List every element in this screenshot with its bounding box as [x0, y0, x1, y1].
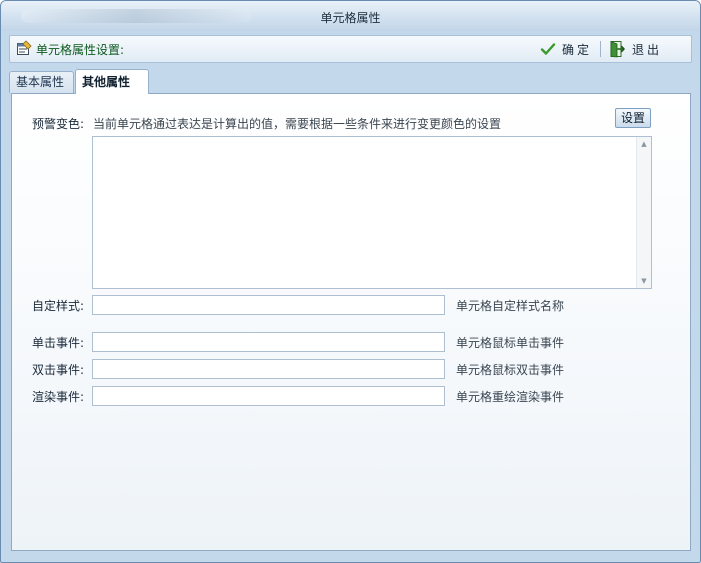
- render-event-input[interactable]: [92, 386, 445, 406]
- properties-icon: [17, 40, 32, 55]
- checkmark-icon: [540, 43, 556, 55]
- toolbar-separator: [600, 41, 601, 57]
- warning-color-textarea[interactable]: [93, 137, 637, 288]
- ok-button-label: 确定: [562, 42, 593, 57]
- dialog-window: 单元格属性 单元格属性设置: 确定 退出 基本属性 其他属性 预警变色: 当前单…: [0, 0, 701, 563]
- click-event-input[interactable]: [92, 332, 445, 352]
- settings-button[interactable]: 设置: [615, 108, 651, 128]
- render-event-label: 渲染事件:: [32, 390, 85, 404]
- toolbar-title: 单元格属性设置:: [36, 43, 125, 57]
- double-click-event-label: 双击事件:: [32, 363, 85, 377]
- scroll-down-arrow-icon[interactable]: ▼: [637, 274, 651, 288]
- custom-style-hint: 单元格自定样式名称: [456, 299, 565, 313]
- title-bar[interactable]: 单元格属性: [1, 1, 700, 31]
- custom-style-input[interactable]: [92, 295, 445, 315]
- ok-button[interactable]: 确定: [540, 39, 592, 59]
- warning-color-textarea-box: ▲ ▼: [92, 136, 652, 289]
- custom-style-label: 自定样式:: [32, 299, 85, 313]
- click-event-hint: 单元格鼠标单击事件: [456, 336, 565, 350]
- tab-strip: 基本属性 其他属性: [9, 69, 692, 94]
- window-title: 单元格属性: [320, 11, 381, 25]
- exit-door-icon: [610, 40, 625, 58]
- double-click-event-input[interactable]: [92, 359, 445, 379]
- tab-basic-properties[interactable]: 基本属性: [9, 71, 74, 93]
- tab-other-properties[interactable]: 其他属性: [75, 69, 149, 94]
- textarea-scrollbar[interactable]: ▲ ▼: [636, 137, 651, 288]
- tab-panel-other-properties: 预警变色: 当前单元格通过表达是计算出的值，需要根据一些条件来进行变更颜色的设置…: [11, 93, 691, 551]
- exit-button-label: 退出: [632, 42, 663, 57]
- exit-button[interactable]: 退出: [608, 39, 662, 59]
- double-click-event-hint: 单元格鼠标双击事件: [456, 363, 565, 377]
- warning-color-description: 当前单元格通过表达是计算出的值，需要根据一些条件来进行变更颜色的设置: [93, 117, 502, 131]
- scroll-up-arrow-icon[interactable]: ▲: [637, 137, 651, 151]
- toolbar: 单元格属性设置: 确定 退出: [9, 35, 692, 63]
- render-event-hint: 单元格重绘渲染事件: [456, 390, 565, 404]
- click-event-label: 单击事件:: [32, 336, 85, 350]
- warning-color-label: 预警变色:: [32, 117, 85, 131]
